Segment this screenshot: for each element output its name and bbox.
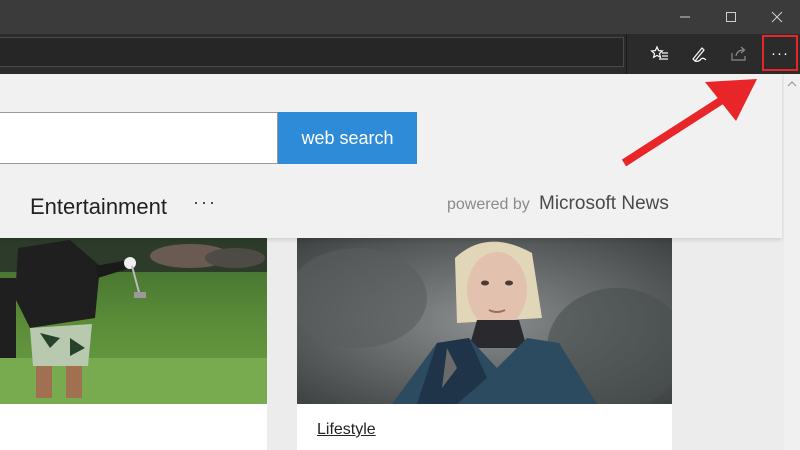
favorites-button[interactable] bbox=[641, 35, 679, 73]
search-input[interactable] bbox=[0, 112, 278, 164]
new-tab-header: web search Entertainment ··· powered by … bbox=[0, 74, 782, 238]
news-card-golf[interactable] bbox=[0, 238, 267, 404]
settings-and-more-button[interactable]: ··· bbox=[762, 35, 798, 71]
category-title[interactable]: Entertainment bbox=[30, 194, 167, 220]
toolbar-divider bbox=[626, 34, 627, 74]
powered-by-label: powered by bbox=[447, 196, 530, 213]
minimize-button[interactable] bbox=[662, 0, 708, 34]
more-icon: ··· bbox=[771, 44, 789, 62]
pen-icon bbox=[692, 47, 707, 62]
golfer-photo bbox=[0, 238, 267, 404]
close-icon bbox=[771, 11, 783, 23]
title-bar bbox=[0, 0, 800, 34]
vertical-scrollbar[interactable] bbox=[784, 74, 800, 450]
notes-button[interactable] bbox=[680, 35, 718, 73]
minimize-icon bbox=[680, 16, 690, 18]
close-button[interactable] bbox=[754, 0, 800, 34]
share-button[interactable] bbox=[720, 35, 758, 73]
page-content: web search Entertainment ··· powered by … bbox=[0, 74, 784, 450]
web-search-label: web search bbox=[301, 127, 394, 148]
browser-toolbar bbox=[0, 34, 800, 74]
address-bar[interactable] bbox=[0, 37, 624, 67]
web-search-button[interactable]: web search bbox=[278, 112, 417, 164]
maximize-icon bbox=[726, 12, 736, 22]
favorites-icon bbox=[650, 45, 668, 60]
share-icon bbox=[731, 46, 746, 61]
news-card-golf-footer bbox=[0, 404, 267, 450]
maximize-button[interactable] bbox=[708, 0, 754, 34]
card-category-tag[interactable]: Lifestyle bbox=[317, 421, 376, 439]
news-card-lifestyle[interactable]: Lifestyle bbox=[297, 238, 672, 450]
microsoft-news-link[interactable]: Microsoft News bbox=[539, 193, 669, 215]
scroll-up-icon[interactable] bbox=[784, 76, 800, 92]
category-more-button[interactable]: ··· bbox=[193, 192, 217, 213]
woman-in-dark-cloak-photo bbox=[297, 238, 672, 404]
